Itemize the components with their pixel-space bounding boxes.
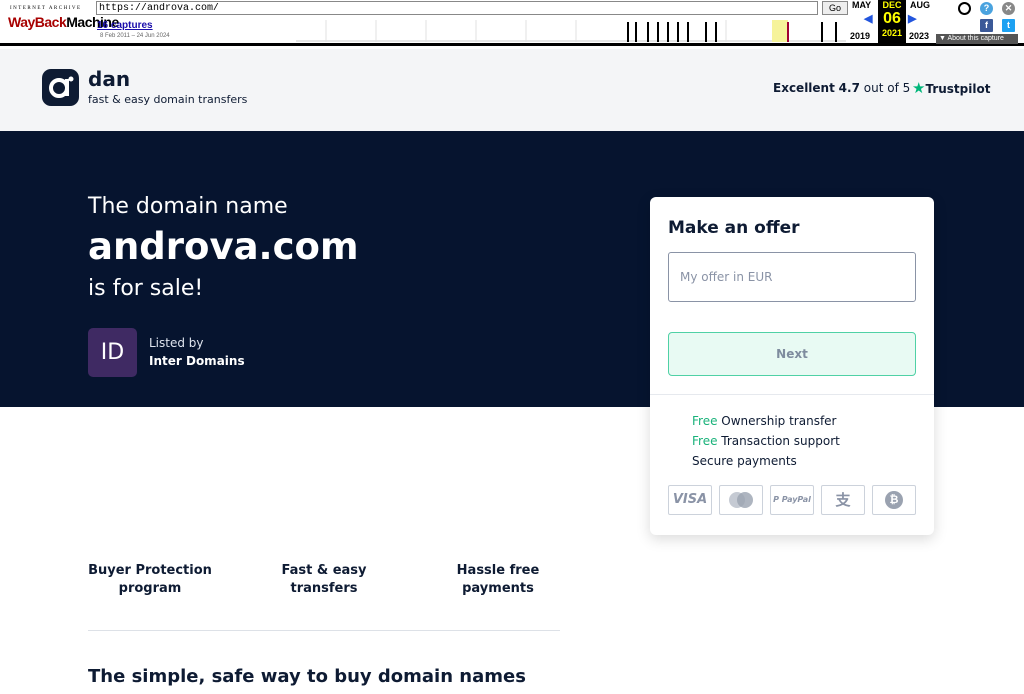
about-capture-label: About this capture	[947, 35, 1004, 42]
feature-transaction-support: Free Transaction support	[692, 434, 840, 448]
wayback-calendar: MAY ◀ 2019 DEC 06 2021 AUG ▶ 2023	[850, 0, 940, 44]
hero-pre-title: The domain name	[88, 194, 288, 219]
site-header: dan fast & easy domain transfers Excelle…	[0, 49, 1024, 131]
captures-link[interactable]: 16 captures	[97, 20, 153, 31]
current-month: DEC	[882, 0, 902, 10]
offer-amount-input[interactable]	[668, 252, 916, 302]
facebook-icon[interactable]: f	[980, 19, 993, 32]
seller-avatar: ID	[88, 328, 137, 377]
trustpilot-logo[interactable]: ★Trustpilot	[912, 79, 990, 97]
about-capture-button[interactable]: ▼ About this capture	[936, 34, 1018, 44]
perk-fast-transfers: Fast & easy transfers	[281, 563, 367, 596]
rating-value: 4.7	[838, 81, 860, 95]
domain-name-title: androva.com	[88, 225, 359, 268]
current-day: 06	[883, 10, 901, 27]
card-divider	[650, 394, 934, 395]
perk-hassle-free-payments: Hassle free payments	[456, 563, 540, 596]
mastercard-icon	[719, 485, 763, 515]
paypal-icon: P PayPal	[770, 485, 814, 515]
brand-tagline: fast & easy domain transfers	[88, 93, 248, 106]
trustpilot-rating: Excellent 4.7 out of 5	[773, 81, 910, 95]
listed-by-label: Listed by	[149, 336, 204, 350]
help-icon[interactable]: ?	[980, 2, 993, 15]
perks-divider	[88, 630, 560, 631]
rating-suffix: out of 5	[863, 81, 911, 95]
close-icon[interactable]: ✕	[1002, 2, 1015, 15]
dropdown-arrow-icon: ▼	[939, 35, 946, 42]
brand-name[interactable]: dan	[88, 67, 130, 91]
wayback-logo[interactable]: INTERNET ARCHIVE WayBackMachine	[6, 4, 119, 40]
wayback-go-button[interactable]: Go	[822, 1, 848, 15]
current-capture-date: DEC 06 2021	[878, 0, 906, 44]
internet-archive-label: INTERNET ARCHIVE	[10, 6, 82, 11]
user-account-icon[interactable]	[958, 2, 971, 15]
capture-date-range: 8 Feb 2011 – 24 Jun 2024	[100, 33, 170, 39]
next-button[interactable]: Next	[668, 332, 916, 376]
dan-logo-icon[interactable]	[42, 69, 79, 106]
trustpilot-star-icon: ★	[912, 79, 926, 97]
wayback-toolbar: INTERNET ARCHIVE WayBackMachine Go 16 ca…	[0, 0, 1024, 46]
offer-card: Make an offer Next Free Ownership transf…	[650, 197, 934, 535]
prev-capture-arrow-icon[interactable]: ◀	[864, 12, 872, 25]
hero-post-title: is for sale!	[88, 276, 204, 301]
twitter-icon[interactable]: t	[1002, 19, 1015, 32]
next-year[interactable]: 2023	[909, 31, 929, 41]
next-month[interactable]: AUG	[910, 0, 930, 10]
rating-label: Excellent	[773, 81, 835, 95]
prev-year[interactable]: 2019	[850, 31, 870, 41]
offer-card-title: Make an offer	[668, 218, 800, 238]
capture-sparkline[interactable]	[296, 20, 846, 42]
trustpilot-label: Trustpilot	[925, 82, 991, 96]
feature-secure-payments: Secure payments	[692, 454, 797, 468]
alipay-icon: 支	[821, 485, 865, 515]
visa-icon: VISA	[668, 485, 712, 515]
current-year: 2021	[881, 28, 903, 38]
wayback-url-input[interactable]	[96, 1, 818, 15]
section-heading: The simple, safe way to buy domain names	[88, 666, 526, 687]
perk-buyer-protection: Buyer Protection program	[88, 563, 212, 596]
next-capture-arrow-icon[interactable]: ▶	[908, 12, 916, 25]
feature-ownership-transfer: Free Ownership transfer	[692, 414, 837, 428]
seller-name: Inter Domains	[149, 354, 245, 368]
bitcoin-icon: ₿	[872, 485, 916, 515]
payment-methods: VISA P PayPal 支 ₿	[668, 485, 916, 515]
prev-month[interactable]: MAY	[852, 0, 871, 10]
